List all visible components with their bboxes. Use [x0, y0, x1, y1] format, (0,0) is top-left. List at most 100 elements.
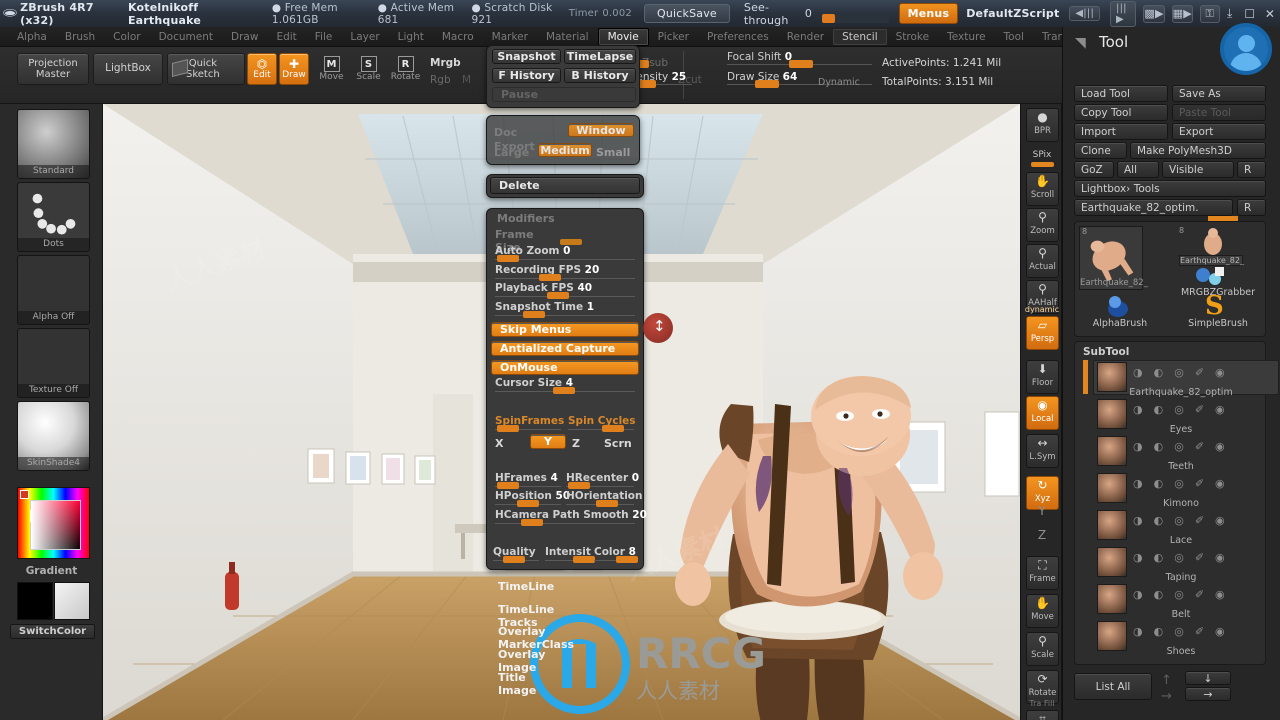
auto-zoom-slider[interactable]: Auto Zoom 0 — [495, 245, 635, 262]
small-label[interactable]: Small — [596, 146, 630, 159]
spin-axis-y[interactable]: Y — [530, 434, 566, 449]
copy-tool-button[interactable]: Copy Tool — [1074, 104, 1168, 121]
menu-item-draw[interactable]: Draw — [222, 29, 267, 45]
user-avatar[interactable] — [1220, 23, 1272, 75]
subtool-row[interactable]: ◑ ◐ ◎ ✐ ◉ Kimono — [1083, 471, 1279, 509]
rshelf-axis-y[interactable]: Y — [1021, 504, 1063, 518]
visibility-toggle-icon[interactable]: ◑ — [1133, 551, 1143, 564]
shading-toggle-icon[interactable]: ◐ — [1154, 514, 1164, 527]
arrow-right-icon[interactable]: → — [1161, 689, 1172, 704]
polypaint-icon[interactable]: ◎ — [1174, 551, 1184, 564]
visibility-toggle-icon[interactable]: ◑ — [1133, 477, 1143, 490]
save-as-button[interactable]: Save As — [1172, 85, 1266, 102]
lightbox-button[interactable]: LightBox — [93, 53, 163, 85]
focal-shift-slider[interactable]: Focal Shift 0 — [727, 51, 872, 68]
intensity-slider[interactable]: Intensit — [545, 546, 595, 563]
spincycles-slider[interactable]: Spin Cycles — [568, 415, 636, 432]
visibility-toggle-icon[interactable]: ◑ — [1133, 514, 1143, 527]
saturation-value-square[interactable] — [30, 500, 81, 550]
eye-icon[interactable]: ◉ — [1215, 625, 1225, 638]
stroke-swatch[interactable]: Dots — [17, 182, 90, 252]
shading-toggle-icon[interactable]: ◐ — [1154, 366, 1164, 379]
menu-item-file[interactable]: File — [306, 29, 342, 45]
rshelf-button-polyf[interactable]: ⌗PolyF — [1026, 710, 1059, 720]
onmouse-toggle[interactable]: OnMouse — [491, 360, 639, 375]
window-button[interactable]: Window — [568, 123, 634, 137]
hframes-slider[interactable]: HFrames 4 — [495, 472, 561, 489]
visible-button[interactable]: Visible — [1162, 161, 1234, 178]
brush-icon[interactable]: ✐ — [1195, 366, 1204, 379]
menu-item-document[interactable]: Document — [150, 29, 222, 45]
projection-master-button[interactable]: Projection Master — [17, 53, 89, 85]
switch-color-button[interactable]: SwitchColor — [10, 624, 95, 639]
move-sub-button[interactable]: → — [1185, 687, 1231, 701]
menu-item-texture[interactable]: Texture — [938, 29, 994, 45]
title-image-item[interactable]: Title Image — [498, 671, 536, 697]
rshelf-axis-z[interactable]: Z — [1021, 528, 1063, 542]
snapshot-time-slider[interactable]: Snapshot Time 1 — [495, 301, 635, 318]
cursor-size-slider[interactable]: Cursor Size 4 — [495, 377, 635, 394]
zscript-slider-right[interactable]: |||▶ — [1110, 0, 1137, 27]
antialized-capture-toggle[interactable]: Antialized Capture — [491, 341, 639, 356]
import-button[interactable]: Import — [1074, 123, 1168, 140]
rshelf-button-local[interactable]: ◉ Local — [1026, 396, 1059, 430]
recording-fps-slider[interactable]: Recording FPS 20 — [495, 264, 635, 281]
current-tool-r-button[interactable]: R — [1237, 199, 1266, 216]
horientation-slider[interactable]: HOrientation — [566, 490, 643, 507]
alpha-brush-label[interactable]: AlphaBrush — [1077, 318, 1163, 329]
eye-icon[interactable]: ◉ — [1215, 366, 1225, 379]
rshelf-button-actual[interactable]: ⚲ Actual — [1026, 244, 1059, 278]
window-restore-button[interactable]: ☐ — [1240, 7, 1260, 21]
f-history-button[interactable]: F History — [492, 68, 561, 83]
gradient-label[interactable]: Gradient — [0, 565, 103, 577]
medium-button[interactable]: Medium — [538, 143, 592, 157]
rshelf-button-zoom[interactable]: ⚲ Zoom — [1026, 208, 1059, 242]
menu-item-tool[interactable]: Tool — [995, 29, 1033, 45]
alpha-swatch[interactable]: Alpha Off — [17, 255, 90, 325]
polypaint-icon[interactable]: ◎ — [1174, 588, 1184, 601]
visibility-toggle-icon[interactable]: ◑ — [1133, 440, 1143, 453]
visibility-toggle-icon[interactable]: ◑ — [1133, 403, 1143, 416]
brush-icon[interactable]: ✐ — [1195, 551, 1204, 564]
paste-tool-button[interactable]: Paste Tool — [1172, 104, 1266, 121]
polypaint-icon[interactable]: ◎ — [1174, 366, 1184, 379]
export-button[interactable]: Export — [1172, 123, 1266, 140]
rotate-button[interactable]: R Rotate — [389, 53, 422, 85]
secondary-color-swatch[interactable] — [54, 582, 90, 620]
edit-button[interactable]: ⏣ Edit — [247, 53, 277, 85]
rshelf-button-scroll[interactable]: ✋ Scroll — [1026, 172, 1059, 206]
polypaint-icon[interactable]: ◎ — [1174, 403, 1184, 416]
menu-item-preferences[interactable]: Preferences — [698, 29, 778, 45]
skip-menus-toggle[interactable]: Skip Menus — [491, 322, 639, 337]
menu-item-picker[interactable]: Picker — [649, 29, 698, 45]
color-picker[interactable] — [17, 487, 90, 559]
popup-left-icon[interactable]: ▩▶ — [1143, 4, 1165, 23]
simple-brush-label[interactable]: SimpleBrush — [1173, 318, 1263, 329]
polypaint-icon[interactable]: ◎ — [1174, 514, 1184, 527]
brush-icon[interactable]: ✐ — [1195, 440, 1204, 453]
eye-icon[interactable]: ◉ — [1215, 514, 1225, 527]
shading-toggle-icon[interactable]: ◐ — [1154, 477, 1164, 490]
quicksave-button[interactable]: QuickSave — [643, 4, 730, 23]
delete-button[interactable]: Delete — [490, 177, 640, 194]
window-minimize-button[interactable]: ⤓ — [1220, 6, 1240, 21]
move-down-button[interactable]: ↓ — [1185, 671, 1231, 685]
see-through-slider[interactable] — [822, 14, 889, 23]
menu-item-light[interactable]: Light — [389, 29, 433, 45]
spix-slider[interactable] — [1031, 162, 1054, 167]
rshelf-button-floor[interactable]: ⬇ Floor — [1026, 360, 1059, 394]
polypaint-icon[interactable]: ◎ — [1174, 440, 1184, 453]
brush-swatch[interactable]: Standard — [17, 109, 90, 179]
texture-swatch[interactable]: Texture Off — [17, 328, 90, 398]
eye-icon[interactable]: ◉ — [1215, 551, 1225, 564]
lightbox-tools-button[interactable]: Lightbox› Tools — [1074, 180, 1266, 197]
menu-item-color[interactable]: Color — [104, 29, 149, 45]
rshelf-label-spix[interactable]: SPix — [1021, 150, 1063, 160]
draw-button[interactable]: ✚ Draw — [279, 53, 309, 85]
menu-item-layer[interactable]: Layer — [341, 29, 388, 45]
brush-icon[interactable]: ✐ — [1195, 625, 1204, 638]
shading-toggle-icon[interactable]: ◐ — [1154, 551, 1164, 564]
rshelf-button-scale[interactable]: ⚲ Scale — [1026, 632, 1059, 666]
polypaint-icon[interactable]: ◎ — [1174, 477, 1184, 490]
spin-axis-z[interactable]: Z — [572, 437, 580, 450]
